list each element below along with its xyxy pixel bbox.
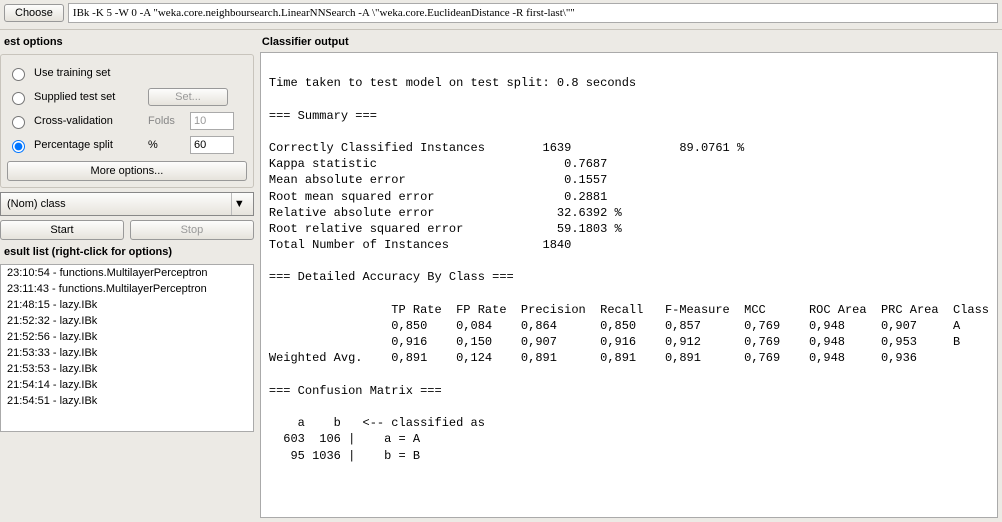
result-list-title: esult list (right-click for options) xyxy=(0,244,254,260)
choose-button[interactable]: Choose xyxy=(4,4,64,22)
folds-label: Folds xyxy=(148,115,184,127)
class-attribute-value: (Nom) class xyxy=(7,198,66,210)
classifier-command-input[interactable] xyxy=(68,3,998,23)
list-item[interactable]: 23:10:54 - functions.MultilayerPerceptro… xyxy=(1,265,253,281)
list-item[interactable]: 21:54:51 - lazy.IBk xyxy=(1,393,253,409)
list-item[interactable]: 21:48:15 - lazy.IBk xyxy=(1,297,253,313)
cross-validation-radio[interactable] xyxy=(12,116,25,129)
result-list[interactable]: 23:10:54 - functions.MultilayerPerceptro… xyxy=(0,264,254,432)
start-button[interactable]: Start xyxy=(0,220,124,240)
more-options-button[interactable]: More options... xyxy=(7,161,247,181)
list-item[interactable]: 23:11:43 - functions.MultilayerPerceptro… xyxy=(1,281,253,297)
supplied-test-label: Supplied test set xyxy=(34,91,142,103)
test-options-panel: Use training set Supplied test set Set..… xyxy=(0,54,254,188)
percent-symbol: % xyxy=(148,139,184,151)
folds-input[interactable] xyxy=(190,112,234,130)
test-options-title: est options xyxy=(0,34,254,50)
class-attribute-combo[interactable]: (Nom) class ▼ xyxy=(0,192,254,216)
use-training-radio[interactable] xyxy=(12,68,25,81)
set-testset-button[interactable]: Set... xyxy=(148,88,228,106)
use-training-label: Use training set xyxy=(34,67,142,79)
percentage-split-label: Percentage split xyxy=(34,139,142,151)
percentage-split-radio[interactable] xyxy=(12,140,25,153)
list-item[interactable]: 21:53:53 - lazy.IBk xyxy=(1,361,253,377)
supplied-test-radio[interactable] xyxy=(12,92,25,105)
cross-validation-label: Cross-validation xyxy=(34,115,142,127)
list-item[interactable]: 21:52:32 - lazy.IBk xyxy=(1,313,253,329)
list-item[interactable]: 21:52:56 - lazy.IBk xyxy=(1,329,253,345)
stop-button[interactable]: Stop xyxy=(130,220,254,240)
chevron-down-icon: ▼ xyxy=(231,193,247,215)
percentage-input[interactable] xyxy=(190,136,234,154)
list-item[interactable]: 21:54:14 - lazy.IBk xyxy=(1,377,253,393)
list-item[interactable]: 21:53:33 - lazy.IBk xyxy=(1,345,253,361)
classifier-output[interactable]: Time taken to test model on test split: … xyxy=(260,52,998,518)
classifier-output-title: Classifier output xyxy=(258,34,1002,50)
classifier-chooser-row: Choose xyxy=(0,0,1002,30)
